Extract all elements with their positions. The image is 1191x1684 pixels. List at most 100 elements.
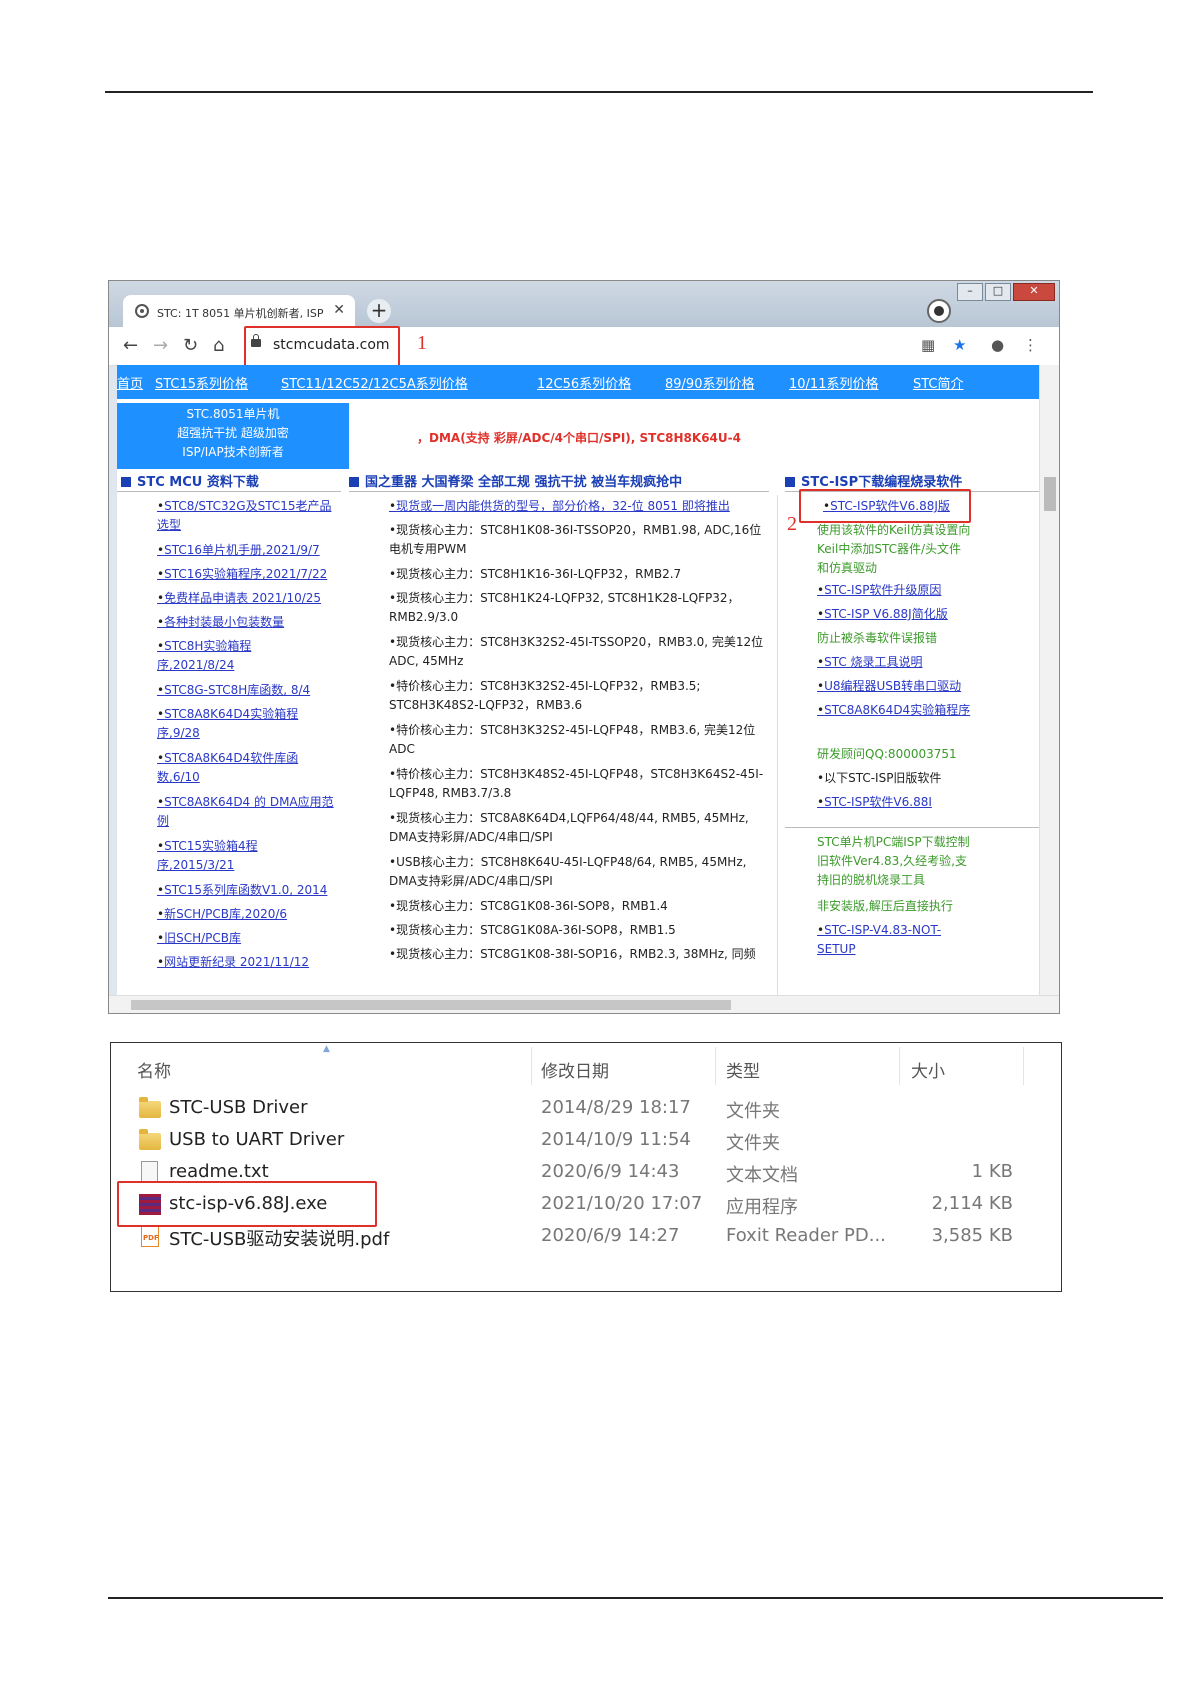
browser-window: STC: 1T 8051 单片机创新者, ISP ✕ + – □ ✕ ← → ↻… [108,280,1060,1014]
file-name: STC-USB Driver [169,1097,308,1118]
nav-stc11[interactable]: STC11/12C52/12C5A系列价格 [281,373,468,392]
close-window-button[interactable]: ✕ [1013,283,1055,301]
nav-10-11[interactable]: 10/11系列价格 [789,373,878,392]
column-divider[interactable] [531,1047,532,1085]
list-item[interactable]: •STC8A8K64D4 的 DMA应用范例 [157,793,337,831]
list-item[interactable]: •新SCH/PCB库,2020/6 [157,905,287,924]
list-item-label: 网站更新纪录 2021/11/12 [164,955,310,969]
column-header-name[interactable]: 名称 [137,1057,171,1082]
tab-search-icon[interactable] [927,299,951,323]
home-icon[interactable]: ⌂ [213,335,224,356]
list-item-label: STC16实验箱程序,2021/7/22 [164,567,328,581]
nav-89-90[interactable]: 89/90系列价格 [665,373,754,392]
nav-stc15[interactable]: STC15系列价格 [155,373,248,392]
text-file-icon [141,1161,158,1183]
list-item[interactable]: •STC-ISP-V4.83-NOT-SETUP [817,921,967,959]
list-item[interactable]: •STC8A8K64D4软件库函数,6/10 [157,749,327,787]
globe-icon [135,304,149,318]
highlight-box-url [244,326,400,368]
square-icon [121,477,131,487]
col1-rule [117,491,341,492]
vertical-scrollbar[interactable] [1039,365,1059,995]
profile-icon[interactable]: ● [991,336,1004,354]
list-item[interactable]: •旧SCH/PCB库 [157,929,241,948]
square-icon [349,477,359,487]
list-item-label: STC8A8K64D4软件库函数,6/10 [157,751,299,784]
list-item-label: STC8A8K64D4 的 DMA应用范例 [157,795,334,828]
list-item[interactable]: •STC 烧录工具说明 [817,653,923,672]
list-item[interactable]: •U8编程器USB转串口驱动 [817,677,961,696]
list-item: •现货核心主力：STC8G1K08A-36I-SOP8，RMB1.5 [389,923,676,937]
list-item-label: 特价核心主力：STC8H3K32S2-45I-LQFP48，RMB3.6, 完美… [389,723,756,756]
menu-icon[interactable]: ⋮ [1023,336,1038,354]
nav-home[interactable]: 首页 [117,373,143,392]
close-tab-icon[interactable]: ✕ [333,302,345,318]
title-bar: STC: 1T 8051 单片机创新者, ISP ✕ + – □ ✕ [109,281,1059,329]
window-controls: – □ ✕ [957,283,1055,301]
banner-line: 超强抗干扰 超级加密 [177,426,289,440]
promo-text: ，DMA(支持 彩屏/ADC/4个串口/SPI), STC8H8K64U-4 [417,431,741,445]
minimize-button[interactable]: – [957,283,983,301]
forward-icon[interactable]: → [153,335,168,356]
column-divider[interactable] [715,1047,716,1085]
portable-note: 非安装版,解压后直接执行 [817,899,953,913]
qq-note: 研发顾问QQ:800003751 [817,747,957,761]
file-type: 文本文档 [726,1165,798,1186]
nav-12c56[interactable]: 12C56系列价格 [537,373,631,392]
folder-icon [139,1097,161,1118]
column-header-size[interactable]: 大小 [911,1057,945,1082]
nav-about[interactable]: STC简介 [913,373,964,392]
list-item[interactable]: •STC16单片机手册,2021/9/7 [157,541,320,560]
list-item-label: STC16单片机手册,2021/9/7 [164,543,320,557]
list-item: •特价核心主力：STC8H3K32S2-45I-LQFP32，RMB3.5; S… [389,679,701,712]
list-item-label: 现货核心主力：STC8G1K08A-36I-SOP8，RMB1.5 [396,923,676,937]
banner-line: STC.8051单片机 [186,407,280,421]
column-header-type[interactable]: 类型 [726,1057,760,1082]
list-item[interactable]: •STC15系列库函数V1.0, 2014 [157,881,327,900]
pdf-icon [141,1225,159,1247]
list-item-label: STC8G-STC8H库函数, 8/4 [164,683,311,697]
list-item-label: STC8/STC32G及STC15老产品选型 [157,499,332,532]
list-item[interactable]: •STC-ISP软件升级原因 [817,581,941,600]
list-item[interactable]: •STC-ISP软件V6.88I [817,793,932,812]
column-divider[interactable] [1023,1047,1024,1085]
scroll-thumb[interactable] [131,1000,731,1010]
file-row[interactable]: STC-USB Driver 2014/8/29 18:17 文件夹 [111,1093,1061,1125]
list-item-label: STC15实验箱4程序,2015/3/21 [157,839,258,872]
list-item: •现货核心主力：STC8G1K08-36I-SOP8，RMB1.4 [389,899,668,913]
list-item-label: 现货核心主力：STC8H1K16-36I-LQFP32，RMB2.7 [396,567,682,581]
list-item[interactable]: •STC8/STC32G及STC15老产品选型 [157,497,337,535]
back-icon[interactable]: ← [123,335,138,356]
list-item[interactable]: •STC8A8K64D4实验箱程序,9/28 [157,705,317,743]
scroll-thumb[interactable] [1044,477,1056,511]
list-item: •现货核心主力：STC8H1K24-LQFP32, STC8H1K28-LQFP… [389,591,740,624]
list-item[interactable]: •STC8G-STC8H库函数, 8/4 [157,681,310,700]
list-item[interactable]: •STC-ISP V6.88J简化版 [817,605,948,624]
list-item-label: 现货核心主力：STC8H1K24-LQFP32, STC8H1K28-LQFP3… [389,591,740,624]
list-item[interactable]: •免费样品申请表 2021/10/25 [157,589,321,608]
list-item[interactable]: •STC8H实验箱程序,2021/8/24 [157,637,267,675]
list-item: •现货核心主力：STC8H3K32S2-45I-TSSOP20，RMB3.0, … [389,635,764,668]
file-date: 2020/6/9 14:27 [541,1225,680,1246]
qr-code-icon[interactable]: ▦ [921,336,935,354]
reload-icon[interactable]: ↻ [183,335,198,356]
maximize-button[interactable]: □ [985,283,1011,301]
column-header-date[interactable]: 修改日期 [541,1057,609,1082]
list-item[interactable]: •STC8A8K64D4实验箱程序 [817,701,971,720]
list-item: •特价核心主力：STC8H3K32S2-45I-LQFP48，RMB3.6, 完… [389,723,756,756]
col2-rule [349,491,769,492]
list-item[interactable]: •各种封装最小包装数量 [157,613,284,632]
list-item[interactable]: •STC15实验箱4程序,2015/3/21 [157,837,277,875]
browser-tab[interactable]: STC: 1T 8051 单片机创新者, ISP ✕ [123,295,355,329]
new-tab-button[interactable]: + [367,299,391,323]
bookmark-star-icon[interactable]: ★ [953,336,966,354]
list-item[interactable]: •现货或一周内能供货的型号，部分价格，32-位 8051 即将推出 [389,497,769,516]
list-item: •特价核心主力：STC8H3K48S2-45I-LQFP48，STC8H3K64… [389,767,764,800]
column-divider[interactable] [899,1047,900,1085]
file-size: 1 KB [971,1161,1013,1182]
site-nav: 首页 STC15系列价格 STC11/12C52/12C5A系列价格 12C56… [117,365,1039,399]
horizontal-scrollbar[interactable] [109,995,1059,1013]
list-item[interactable]: •网站更新纪录 2021/11/12 [157,953,309,972]
list-item[interactable]: •STC16实验箱程序,2021/7/22 [157,565,327,584]
file-row[interactable]: USB to UART Driver 2014/10/9 11:54 文件夹 [111,1125,1061,1157]
